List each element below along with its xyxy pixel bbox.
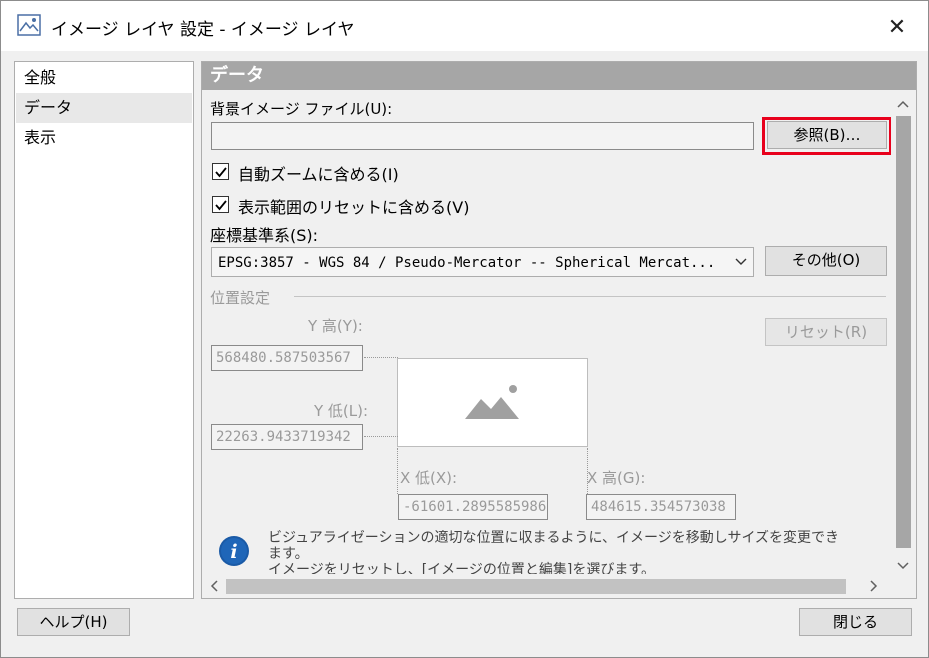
y-high-connector [364,357,398,358]
reset-button[interactable]: リセット(R) [765,318,887,346]
window-title: イメージ レイヤ 設定 - イメージ レイヤ [51,20,355,40]
x-low-label: X 低(X): [400,469,458,487]
image-layer-icon [17,14,41,36]
scroll-left-icon[interactable] [202,574,226,598]
y-high-field[interactable]: 568480.587503567 [211,345,363,371]
y-low-label: Y 低(L): [314,402,369,420]
image-preview [397,358,588,447]
scroll-down-icon[interactable] [891,554,915,578]
vertical-scrollbar[interactable] [891,92,916,580]
title-bar: イメージ レイヤ 設定 - イメージ レイヤ ✕ [1,1,928,51]
y-low-connector [364,436,398,437]
scroll-up-icon[interactable] [891,92,915,116]
close-icon[interactable]: ✕ [877,11,917,43]
nav-item-general[interactable]: 全般 [16,63,192,93]
auto-zoom-label[interactable]: 自動ズームに含める(I) [238,161,399,185]
vertical-scroll-thumb[interactable] [896,116,911,548]
x-low-connector [397,448,398,494]
close-button[interactable]: 閉じる [799,608,912,636]
group-divider [294,296,886,297]
check-icon [214,166,227,177]
crs-select-value: EPSG:3857 - WGS 84 / Pseudo-Mercator -- … [218,255,716,271]
info-line-1: ビジュアライゼーションの適切な位置に収まるように、イメージを移動しサイズを変更で… [268,530,840,546]
browse-button[interactable]: 参照(B)… [767,121,887,149]
bg-image-label: 背景イメージ ファイル(U): [210,100,393,118]
section-header: データ [202,62,916,90]
settings-nav: 全般 データ 表示 [14,61,194,599]
crs-label: 座標基準系(S): [210,226,319,245]
y-high-label: Y 高(Y): [308,317,363,335]
horizontal-scrollbar[interactable] [202,574,891,598]
info-line-3: イメージをリセットし、[イメージの位置と編集]を選びます。 [268,562,655,574]
auto-zoom-checkbox[interactable] [212,163,229,180]
chevron-down-icon [735,248,747,276]
horizontal-scroll-thumb[interactable] [226,579,846,594]
reset-extent-checkbox[interactable] [212,196,229,213]
position-group-label: 位置設定 [210,289,271,307]
crs-other-button[interactable]: その他(O) [765,246,887,276]
nav-item-display[interactable]: 表示 [16,123,192,153]
svg-text:i: i [230,541,237,563]
crs-select[interactable]: EPSG:3857 - WGS 84 / Pseudo-Mercator -- … [211,247,754,277]
info-line-2: ます。 [268,546,309,562]
nav-item-data[interactable]: データ [16,93,192,123]
data-panel: データ 背景イメージ ファイル(U): 参照(B)… 自動ズームに含める(I) … [201,61,917,599]
info-icon: i [218,535,250,567]
image-placeholder-icon [464,384,519,419]
reset-extent-label[interactable]: 表示範囲のリセットに含める(V) [238,194,469,218]
check-icon [214,199,227,210]
scroll-right-icon[interactable] [862,574,886,598]
help-button[interactable]: ヘルプ(H) [17,608,130,636]
x-low-field[interactable]: -61601.2895585986 [398,494,548,520]
info-text: ビジュアライゼーションの適切な位置に収まるように、イメージを移動しサイズを変更で… [268,530,888,574]
bg-image-field[interactable] [211,122,754,150]
y-low-field[interactable]: 22263.9433719342 [211,424,363,450]
x-high-field[interactable]: 484615.354573038 [586,494,736,520]
x-high-label: X 高(G): [587,469,646,487]
